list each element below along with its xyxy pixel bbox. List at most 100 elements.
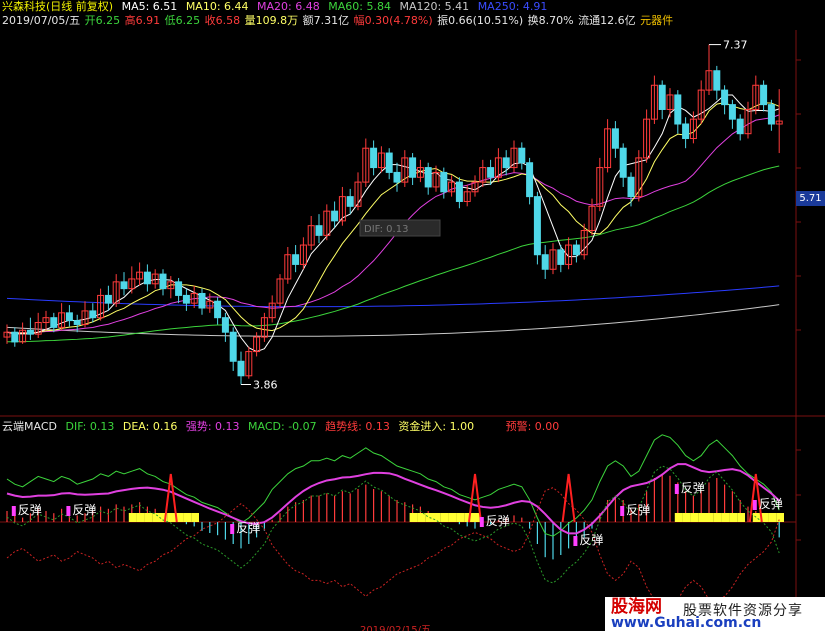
candle-body [533, 196, 541, 256]
candle-body [736, 118, 744, 135]
fund-block [144, 513, 153, 522]
fund-block [425, 513, 433, 522]
candle-body [182, 294, 190, 304]
candle-body [455, 181, 463, 202]
candle-body [159, 273, 167, 290]
candle-body [292, 254, 300, 265]
chart-canvas: 7.373.86DIF: 0.13反弹 反弹反弹 反弹反弹反弹反弹反弹 [0, 30, 825, 601]
fund-block [674, 513, 683, 522]
candle-body [557, 249, 565, 265]
fund-block [698, 513, 706, 522]
ma10-line [6, 102, 780, 334]
candle-body [11, 331, 19, 343]
price-axis-tag: 5.71 [796, 191, 825, 206]
ma120-line [6, 304, 780, 337]
candle-body [728, 104, 736, 120]
candle-body [331, 210, 339, 222]
rebound-arrow [573, 536, 578, 546]
candle-body [221, 317, 229, 333]
fund-block [752, 513, 761, 522]
rebound-label: 反弹 [759, 497, 783, 511]
fund-block [128, 513, 137, 522]
candle-body [502, 157, 510, 169]
candle-body [572, 244, 580, 256]
dea-line [6, 463, 780, 535]
candle-body [65, 312, 73, 322]
candle-body [73, 320, 81, 325]
candle-body [541, 254, 549, 270]
candle-body [767, 104, 775, 125]
candle-body [424, 167, 432, 188]
rebound-arrow [230, 524, 235, 534]
fund-block [409, 513, 418, 522]
candle-body [143, 271, 151, 285]
axis-date-tick: 2019/02/15/五 [360, 625, 432, 631]
watermark: 股海网 股票软件资源分享 www.Guhai.com.cn [605, 597, 825, 631]
fund-block [721, 513, 730, 522]
fund-block [440, 513, 449, 522]
rebound-label: 反弹 [681, 481, 705, 495]
candle-body [713, 70, 721, 91]
candle-body [526, 162, 534, 198]
dif-label: DIF: 0.13 [364, 224, 408, 235]
fund-block [183, 513, 192, 522]
candle-body [440, 171, 448, 193]
fund-block [136, 513, 145, 522]
rebound-arrow [479, 517, 484, 527]
fund-block [682, 513, 691, 522]
candle-body [611, 128, 619, 149]
rebound-arrow [66, 506, 71, 516]
fund-block [167, 513, 176, 522]
fund-block [706, 513, 714, 522]
candle-body [721, 89, 729, 106]
watermark-url: www.Guhai.com.cn [611, 615, 762, 631]
fund-block [690, 513, 699, 522]
candle-body [50, 317, 58, 328]
candle-body [346, 196, 354, 207]
candle-body [619, 147, 627, 178]
rebound-label: 反弹 [486, 514, 510, 528]
candle-body [120, 281, 128, 290]
fund-block [737, 513, 745, 522]
rebound-label: 反弹 [18, 503, 42, 517]
fund-block [729, 513, 738, 522]
fund-block [456, 513, 465, 522]
candle-body [682, 123, 690, 140]
chart-window: { "header": { "title": "兴森科技(日线 前复权)", "… [0, 0, 825, 631]
candle-body [214, 300, 222, 319]
rebound-arrow [11, 506, 16, 516]
candle-body [370, 147, 378, 169]
candle-body [26, 329, 34, 335]
candle-body [627, 176, 635, 198]
candle-body [658, 84, 666, 110]
rebound-arrow [620, 506, 625, 516]
candle-body [385, 152, 393, 173]
candle-body [674, 94, 682, 125]
candle-body [104, 294, 112, 304]
rebound-label: 反弹 [72, 503, 96, 517]
high-price-label: 7.37 [723, 39, 748, 52]
dif-line [6, 434, 780, 537]
candle-body [229, 331, 237, 362]
rebound-label: 反弹 [579, 533, 603, 547]
rebound-arrow [674, 484, 679, 494]
candle-body [198, 292, 206, 309]
fund-block [191, 513, 199, 522]
rebound-label: 反弹 [626, 503, 650, 517]
trend-dashed-line [6, 465, 780, 584]
rebound-label: 反弹 [236, 521, 260, 535]
ma60-line [7, 165, 780, 343]
fund-block [472, 513, 480, 522]
candle-body [175, 281, 183, 296]
fund-block [713, 513, 722, 522]
candle-body [237, 360, 245, 377]
candle-body [89, 310, 97, 319]
candle-body [760, 84, 768, 106]
candle-body [393, 171, 401, 183]
candle-body [409, 157, 417, 178]
fund-block [152, 513, 160, 522]
rebound-arrow [752, 500, 757, 510]
fund-block [768, 513, 777, 522]
candle-body [518, 147, 526, 164]
warning-line [6, 487, 780, 601]
